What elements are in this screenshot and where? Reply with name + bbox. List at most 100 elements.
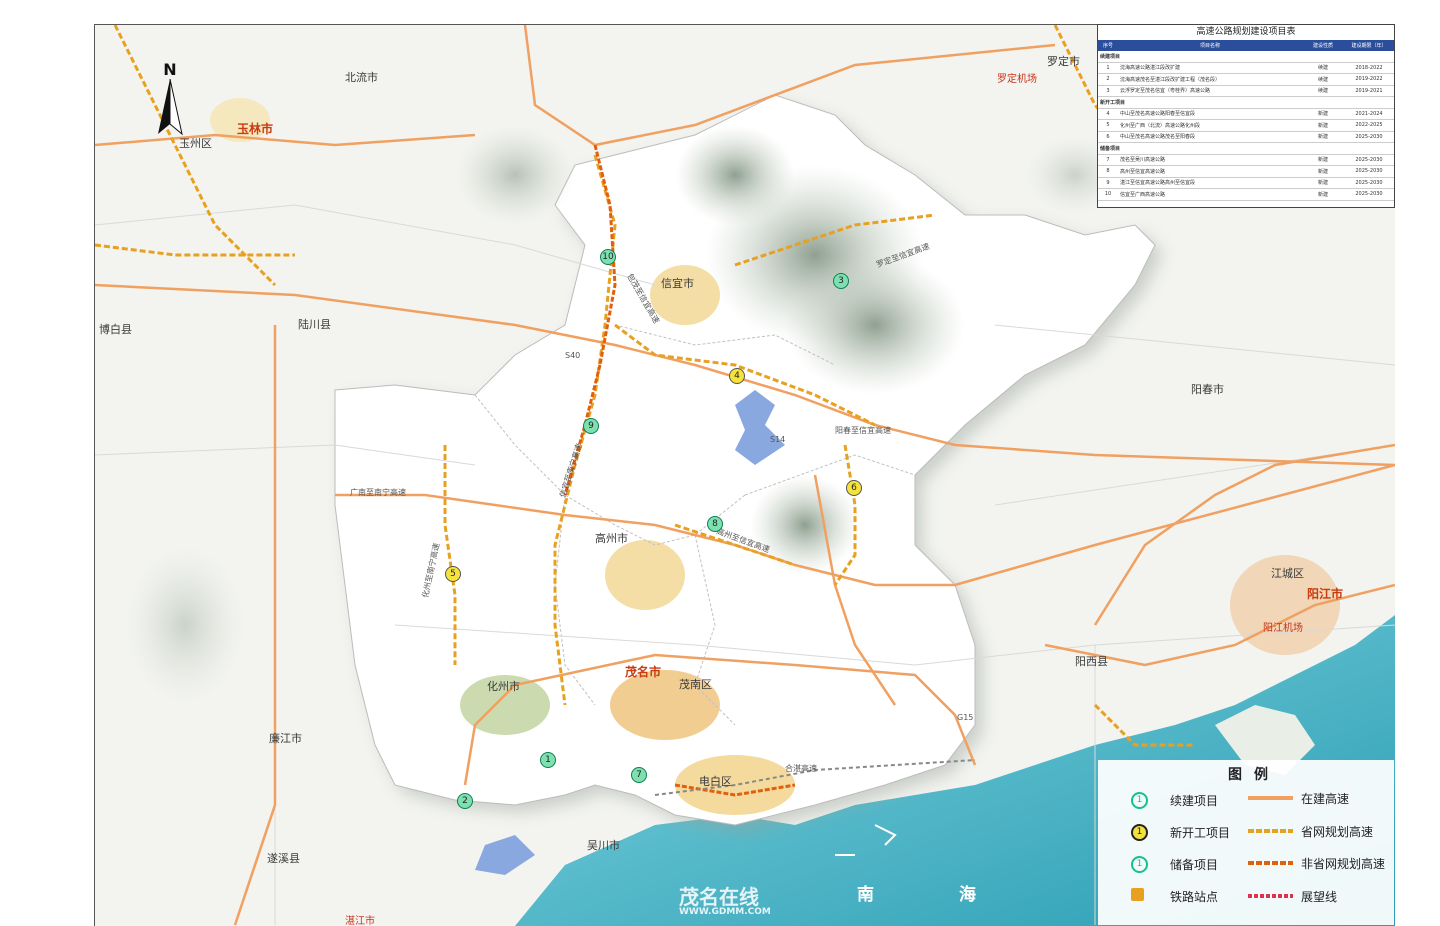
table-cell-period: 2018-2022 [1344, 62, 1394, 74]
table-cell-name: 茂名至吴川高速公路 [1118, 154, 1302, 166]
north-arrow-icon [158, 78, 183, 136]
road-label-guangnan: 广南至南宁高速 [350, 488, 406, 497]
table-cell-name: 云浮罗定至茂名信宜（粤桂界）高速公路 [1118, 85, 1302, 97]
th-period: 建设期限（年） [1344, 40, 1394, 51]
table-cell-period: 2022-2025 [1344, 119, 1394, 132]
table-cell-no: 4 [1098, 108, 1118, 120]
table-cell-name: 高州至信宜高速公路 [1118, 165, 1302, 178]
table-cell-period: 2025-2030 [1344, 131, 1394, 143]
table-row: 2 沈海高速茂名至湛江段改扩建工程（茂名段） 续建 2019-2022 [1098, 73, 1394, 86]
legend-title: 图例 [1228, 767, 1280, 783]
table-cell-name: 化州至广西（北流）高速公路化州段 [1118, 119, 1302, 132]
project-marker-4[interactable]: 4 [729, 368, 745, 384]
legend-reserve-label: 储备项目 [1170, 858, 1219, 872]
project-marker-2[interactable]: 2 [457, 793, 473, 809]
project-marker-6[interactable]: 6 [846, 480, 862, 496]
road-label-hezhan: 合湛高速 [785, 764, 817, 773]
legend: 图例 1 续建项目 1 新开工项目 1 储备项目 铁路站点 在建高速 省网规划高… [1098, 760, 1394, 925]
table-group-row: 新开工项目 [1098, 96, 1394, 109]
project-marker-8[interactable]: 8 [707, 516, 723, 532]
table-row: 10 信宜至广西高速公路 新建 2025-2030 [1098, 188, 1394, 201]
north-arrow: N [155, 60, 185, 143]
label-suixi: 遂溪县 [267, 852, 300, 865]
table-row: 5 化州至广西（北流）高速公路化州段 新建 2022-2025 [1098, 119, 1394, 132]
label-zhanjiang: 湛江市 [345, 916, 375, 926]
table-row: 8 高州至信宜高速公路 新建 2025-2030 [1098, 165, 1394, 178]
table-group-row: 续建项目 [1098, 51, 1394, 63]
label-bobai: 博白县 [99, 323, 132, 336]
legend-line-provincial-label: 省网规划高速 [1301, 825, 1374, 839]
table-cell-period: 2025-2030 [1344, 188, 1394, 201]
table-cell-name: 湛江至信宜高速公路高州至信宜段 [1118, 177, 1302, 189]
table-row: 3 云浮罗定至茂名信宜（粤桂界）高速公路 续建 2019-2021 [1098, 85, 1394, 97]
road-label-s40: S40 [565, 351, 581, 360]
label-luoding: 罗定市 [1047, 55, 1080, 68]
table-cell-name: 沈海高速公路湛江段改扩建 [1118, 62, 1302, 74]
table-group-label: 续建项目 [1098, 51, 1394, 63]
label-yangchun: 阳春市 [1191, 383, 1224, 396]
legend-new-label: 新开工项目 [1170, 826, 1231, 840]
legend-line-nonprovincial-label: 非省网规划高速 [1301, 857, 1386, 871]
legend-line-outlook [1248, 894, 1293, 898]
table-cell-period: 2019-2022 [1344, 73, 1394, 86]
label-yangxi: 阳西县 [1075, 655, 1108, 668]
project-table: 高速公路规划建设项目表 序号 项目名称 建设性质 建设期限（年） 续建项目 1 沈海… [1097, 24, 1395, 208]
project-marker-5[interactable]: 5 [445, 566, 461, 582]
project-marker-9[interactable]: 9 [583, 418, 599, 434]
watermark-url: WWW.GDMM.COM [679, 907, 771, 917]
table-cell-no: 8 [1098, 165, 1118, 178]
project-marker-1[interactable]: 1 [540, 752, 556, 768]
road-label-s14: S14 [770, 435, 786, 444]
label-gaozhou: 高州市 [595, 532, 628, 545]
label-yulin: 玉林市 [237, 122, 274, 136]
table-cell-type: 新建 [1302, 165, 1344, 178]
table-cell-name: 信宜至广西高速公路 [1118, 188, 1302, 201]
table-cell-period: 2019-2021 [1344, 85, 1394, 97]
label-yangjiang-airport: 阳江机场 [1263, 623, 1303, 634]
legend-new-icon: 1 [1131, 824, 1148, 841]
table-cell-type: 新建 [1302, 108, 1344, 120]
railway-station-icon [1131, 888, 1144, 901]
label-dianbai: 电白区 [699, 775, 732, 788]
table-row: 9 湛江至信宜高速公路高州至信宜段 新建 2025-2030 [1098, 177, 1394, 189]
table-group-label: 新开工项目 [1098, 96, 1394, 109]
table-cell-type: 新建 [1302, 188, 1344, 201]
table-cell-no: 2 [1098, 73, 1118, 86]
table-cell-type: 续建 [1302, 62, 1344, 74]
table-cell-type: 新建 [1302, 131, 1344, 143]
legend-line-nonprovincial [1248, 861, 1293, 865]
table-row: 6 中山至茂名高速公路茂名至阳春段 新建 2025-2030 [1098, 131, 1394, 143]
table-cell-no: 9 [1098, 177, 1118, 189]
table-cell-period: 2025-2030 [1344, 154, 1394, 166]
th-type: 建设性质 [1302, 40, 1344, 51]
table-cell-name: 中山至茂名高速公路茂名至阳春段 [1118, 131, 1302, 143]
table-cell-period: 2021-2024 [1344, 108, 1394, 120]
table-group-label: 储备项目 [1098, 142, 1394, 155]
legend-line-built-label: 在建高速 [1301, 792, 1350, 806]
legend-continuing-icon: 1 [1131, 792, 1148, 809]
project-marker-10[interactable]: 10 [600, 249, 616, 265]
legend-line-outlook-label: 展望线 [1301, 890, 1338, 904]
table-cell-no: 10 [1098, 188, 1118, 201]
project-table-body: 续建项目 1 沈海高速公路湛江段改扩建 续建 2018-2022 2 沈海高速茂名至湛江段改… [1098, 51, 1394, 201]
table-cell-type: 新建 [1302, 119, 1344, 132]
label-luchuan: 陆川县 [298, 318, 331, 331]
table-cell-no: 7 [1098, 154, 1118, 166]
table-cell-name: 沈海高速茂名至湛江段改扩建工程（茂名段） [1118, 73, 1302, 86]
table-cell-type: 新建 [1302, 177, 1344, 189]
road-label-yangxin: 阳春至信宜高速 [835, 426, 891, 435]
label-maonan: 茂南区 [679, 678, 712, 691]
th-name: 项目名称 [1118, 40, 1302, 51]
label-maoming[interactable]: 茂名市 [625, 663, 661, 680]
label-beiliu: 北流市 [345, 71, 378, 84]
table-cell-period: 2025-2030 [1344, 165, 1394, 178]
table-cell-type: 续建 [1302, 85, 1344, 97]
label-yangjiang: 阳江市 [1307, 587, 1344, 601]
legend-line-provincial [1248, 829, 1293, 833]
project-marker-3[interactable]: 3 [833, 273, 849, 289]
label-jiangcheng: 江城区 [1271, 567, 1304, 580]
project-marker-7[interactable]: 7 [631, 767, 647, 783]
table-cell-no: 3 [1098, 85, 1118, 97]
sea-label-2: 海 [959, 885, 978, 905]
watermark-brand: 茂名在线 [679, 885, 759, 909]
